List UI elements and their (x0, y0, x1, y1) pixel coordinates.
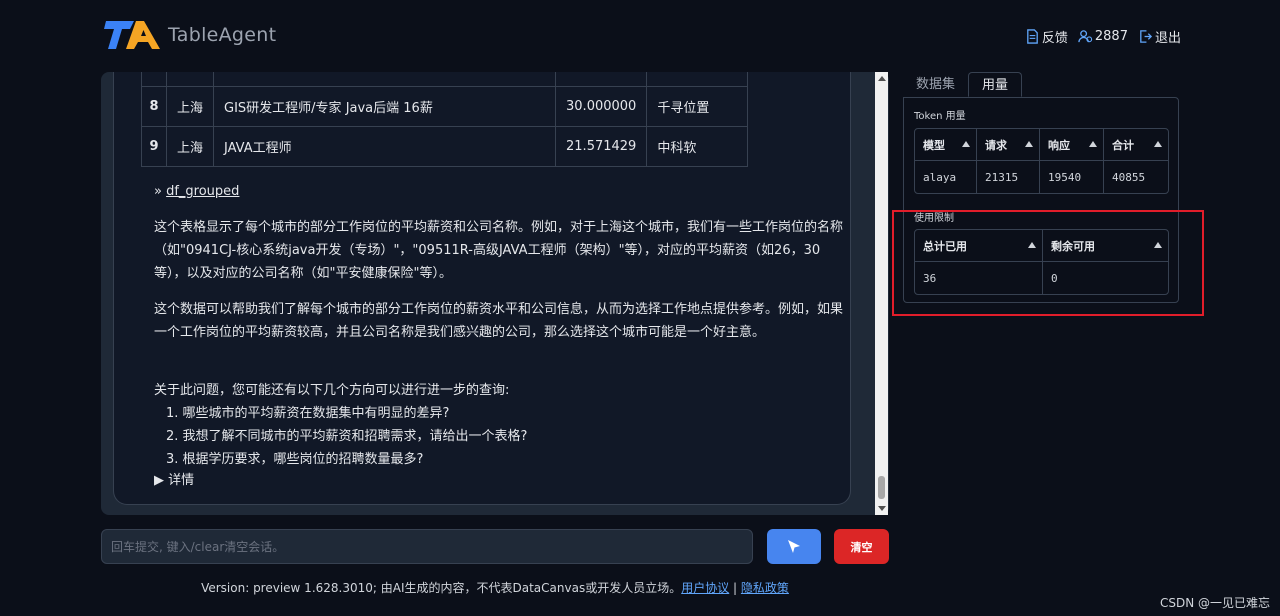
job-cell: JAVA工程师 (213, 126, 557, 167)
logout-link[interactable]: 退出 (1138, 27, 1181, 46)
requests-cell: 21315 (977, 161, 1040, 193)
sort-asc-icon[interactable] (1089, 141, 1097, 147)
highlight-annotation-box (892, 210, 1204, 316)
csdn-watermark: CSDN @一见已难忘 (1159, 596, 1270, 610)
job-cell: GIS研发工程师/专家 Java后端 16薪 (213, 86, 557, 127)
city-cell: 上海 (165, 126, 215, 167)
table-cell (213, 72, 557, 87)
scroll-down-arrow-icon[interactable] (878, 506, 886, 511)
table-cell (646, 72, 749, 87)
usage-count-label: 2887 (1094, 29, 1128, 44)
footer-separator: | (729, 581, 741, 595)
salary-cell: 30.000000 (555, 86, 648, 127)
result-table: 8 上海 GIS研发工程师/专家 Java后端 16薪 30.000000 千寻… (141, 72, 749, 167)
answer-paragraph: 这个数据可以帮助我们了解每个城市的部分工作岗位的薪资水平和公司信息，从而为选择工… (154, 302, 844, 340)
table-header-row: 模型 请求 响应 合计 (915, 129, 1168, 161)
row-index: 8 (141, 86, 167, 127)
answer-paragraph: 这个表格显示了每个城市的部分工作岗位的平均薪资和公司名称。例如，对于上海这个城市… (154, 220, 844, 281)
app-logo-text: TableAgent (168, 24, 277, 46)
token-usage-label: Token 用量 (914, 111, 966, 122)
city-cell: 上海 (165, 86, 215, 127)
col-header-model[interactable]: 模型 (915, 129, 977, 161)
dataframe-link-line: » df_grouped (154, 180, 850, 203)
users-icon (1078, 30, 1093, 43)
scroll-up-arrow-icon[interactable] (878, 76, 886, 81)
tab-usage[interactable]: 用量 (968, 72, 1023, 97)
sort-asc-icon[interactable] (1025, 141, 1033, 147)
clear-button[interactable]: 清空 (834, 529, 889, 564)
sidebar-tabs: 数据集 用量 (903, 72, 1023, 97)
send-button[interactable] (767, 529, 821, 564)
version-text: Version: preview 1.628.3010; 由AI生成的内容，不代… (201, 581, 682, 595)
link-prefix: » (154, 184, 167, 199)
privacy-policy-link[interactable]: 隐私政策 (741, 581, 789, 595)
logout-icon (1140, 30, 1153, 43)
logout-label: 退出 (1154, 31, 1181, 46)
col-header-responses[interactable]: 响应 (1040, 129, 1104, 161)
usage-count[interactable]: 2887 (1078, 29, 1128, 44)
table-row: alaya 21315 19540 40855 (915, 161, 1168, 193)
company-cell: 中科软 (646, 126, 749, 167)
details-toggle[interactable]: ▶ 详情 (154, 469, 850, 492)
model-cell: alaya (915, 161, 977, 193)
total-cell: 40855 (1112, 170, 1146, 184)
chat-message: 8 上海 GIS研发工程师/专家 Java后端 16薪 30.000000 千寻… (113, 72, 851, 505)
feedback-label: 反馈 (1041, 31, 1068, 46)
footer: Version: preview 1.628.3010; 由AI生成的内容，不代… (0, 579, 990, 596)
scrollbar-thumb[interactable] (878, 476, 885, 499)
table-cell (555, 72, 648, 87)
col-header-total[interactable]: 合计 (1104, 129, 1168, 161)
table-cell (141, 72, 167, 87)
responses-cell: 19540 (1040, 161, 1104, 193)
app-header: TableAgent 反馈 2887 退出 (0, 0, 1280, 70)
sort-asc-icon[interactable] (962, 141, 970, 147)
suggestion-item[interactable]: 3. 根据学历要求，哪些岗位的招聘数量最多? (166, 448, 850, 471)
table-row (141, 72, 749, 87)
suggestions-block: 关于此问题，您可能还有以下几个方向可以进行进一步的查询: 1. 哪些城市的平均薪… (154, 379, 850, 471)
suggestion-item[interactable]: 2. 我想了解不同城市的平均薪资和招聘需求，请给出一个表格? (166, 425, 850, 448)
user-agreement-link[interactable]: 用户协议 (681, 581, 729, 595)
token-usage-table: 模型 请求 响应 合计 alaya 21315 19540 40855 (914, 128, 1169, 194)
send-cursor-icon (788, 539, 800, 553)
chat-input[interactable] (101, 529, 753, 564)
salary-cell: 21.571429 (555, 126, 648, 167)
feedback-link[interactable]: 反馈 (1025, 27, 1068, 46)
tab-dataset[interactable]: 数据集 (903, 72, 968, 97)
row-index: 9 (141, 126, 167, 167)
table-row: 8 上海 GIS研发工程师/专家 Java后端 16薪 30.000000 千寻… (141, 86, 749, 127)
suggestions-list: 1. 哪些城市的平均薪资在数据集中有明显的差异? 2. 我想了解不同城市的平均薪… (166, 402, 850, 471)
document-icon (1027, 29, 1038, 44)
dataframe-link[interactable]: df_grouped (166, 184, 239, 199)
suggestion-item[interactable]: 1. 哪些城市的平均薪资在数据集中有明显的差异? (166, 402, 850, 425)
tableagent-logo-icon (104, 21, 160, 49)
chat-panel: 8 上海 GIS研发工程师/专家 Java后端 16薪 30.000000 千寻… (101, 72, 889, 515)
table-row: 9 上海 JAVA工程师 21.571429 中科软 (141, 126, 749, 167)
chat-scrollbar[interactable] (875, 72, 888, 515)
sort-asc-icon[interactable] (1154, 141, 1162, 147)
company-cell: 千寻位置 (646, 86, 749, 127)
col-header-requests[interactable]: 请求 (977, 129, 1040, 161)
suggestions-intro: 关于此问题，您可能还有以下几个方向可以进行进一步的查询: (154, 383, 510, 398)
table-cell (165, 72, 215, 87)
